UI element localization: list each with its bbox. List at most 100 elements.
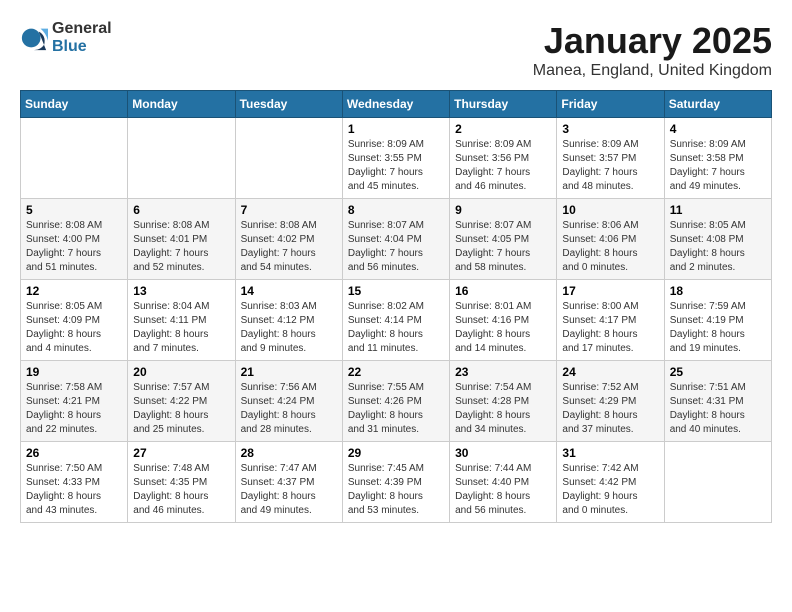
location-title: Manea, England, United Kingdom xyxy=(533,62,772,80)
calendar-cell: 2 Sunrise: 8:09 AM Sunset: 3:56 PM Daylig… xyxy=(450,118,557,199)
day-info: Sunrise: 8:07 AM Sunset: 4:05 PM Dayligh… xyxy=(455,219,551,275)
weekday-header-row: SundayMondayTuesdayWednesdayThursdayFrid… xyxy=(21,91,772,118)
day-info: Sunrise: 7:45 AM Sunset: 4:39 PM Dayligh… xyxy=(348,462,444,518)
day-number: 19 xyxy=(26,365,122,379)
day-number: 9 xyxy=(455,203,551,217)
day-number: 31 xyxy=(562,446,658,460)
day-info: Sunrise: 8:02 AM Sunset: 4:14 PM Dayligh… xyxy=(348,300,444,356)
day-info: Sunrise: 8:00 AM Sunset: 4:17 PM Dayligh… xyxy=(562,300,658,356)
calendar-cell: 31 Sunrise: 7:42 AM Sunset: 4:42 PM Dayli… xyxy=(557,442,664,523)
day-info: Sunrise: 8:09 AM Sunset: 3:55 PM Dayligh… xyxy=(348,138,444,194)
calendar-cell: 4 Sunrise: 8:09 AM Sunset: 3:58 PM Daylig… xyxy=(664,118,771,199)
logo: General Blue xyxy=(20,20,112,56)
weekday-header-thursday: Thursday xyxy=(450,91,557,118)
day-info: Sunrise: 7:54 AM Sunset: 4:28 PM Dayligh… xyxy=(455,381,551,437)
day-number: 18 xyxy=(670,284,766,298)
day-info: Sunrise: 8:07 AM Sunset: 4:04 PM Dayligh… xyxy=(348,219,444,275)
calendar-cell: 10Sunrise: 8:06 AM Sunset: 4:06 PM Dayli… xyxy=(557,199,664,280)
day-number: 24 xyxy=(562,365,658,379)
calendar-cell: 12Sunrise: 8:05 AM Sunset: 4:09 PM Dayli… xyxy=(21,280,128,361)
calendar-cell: 19Sunrise: 7:58 AM Sunset: 4:21 PM Dayli… xyxy=(21,361,128,442)
calendar-cell: 22 Sunrise: 7:55 AM Sunset: 4:26 PM Dayli… xyxy=(342,361,449,442)
day-number: 23 xyxy=(455,365,551,379)
day-info: Sunrise: 7:51 AM Sunset: 4:31 PM Dayligh… xyxy=(670,381,766,437)
day-number: 16 xyxy=(455,284,551,298)
day-number: 3 xyxy=(562,122,658,136)
day-number: 4 xyxy=(670,122,766,136)
title-block: January 2025 Manea, England, United King… xyxy=(533,20,772,80)
day-info: Sunrise: 8:08 AM Sunset: 4:01 PM Dayligh… xyxy=(133,219,229,275)
day-number: 12 xyxy=(26,284,122,298)
day-info: Sunrise: 8:01 AM Sunset: 4:16 PM Dayligh… xyxy=(455,300,551,356)
day-info: Sunrise: 7:50 AM Sunset: 4:33 PM Dayligh… xyxy=(26,462,122,518)
day-info: Sunrise: 8:08 AM Sunset: 4:02 PM Dayligh… xyxy=(241,219,337,275)
week-row-5: 26 Sunrise: 7:50 AM Sunset: 4:33 PM Dayli… xyxy=(21,442,772,523)
day-number: 27 xyxy=(133,446,229,460)
weekday-header-friday: Friday xyxy=(557,91,664,118)
day-number: 26 xyxy=(26,446,122,460)
calendar-table: SundayMondayTuesdayWednesdayThursdayFrid… xyxy=(20,90,772,523)
calendar-cell xyxy=(21,118,128,199)
calendar-cell: 14 Sunrise: 8:03 AM Sunset: 4:12 PM Dayli… xyxy=(235,280,342,361)
calendar-cell xyxy=(235,118,342,199)
day-info: Sunrise: 7:56 AM Sunset: 4:24 PM Dayligh… xyxy=(241,381,337,437)
day-number: 14 xyxy=(241,284,337,298)
day-info: Sunrise: 8:09 AM Sunset: 3:57 PM Dayligh… xyxy=(562,138,658,194)
day-number: 29 xyxy=(348,446,444,460)
week-row-3: 12Sunrise: 8:05 AM Sunset: 4:09 PM Dayli… xyxy=(21,280,772,361)
week-row-1: 1 Sunrise: 8:09 AM Sunset: 3:55 PM Daylig… xyxy=(21,118,772,199)
day-number: 2 xyxy=(455,122,551,136)
day-number: 15 xyxy=(348,284,444,298)
day-info: Sunrise: 8:08 AM Sunset: 4:00 PM Dayligh… xyxy=(26,219,122,275)
calendar-cell: 27Sunrise: 7:48 AM Sunset: 4:35 PM Dayli… xyxy=(128,442,235,523)
day-number: 25 xyxy=(670,365,766,379)
day-info: Sunrise: 8:03 AM Sunset: 4:12 PM Dayligh… xyxy=(241,300,337,356)
day-info: Sunrise: 8:05 AM Sunset: 4:08 PM Dayligh… xyxy=(670,219,766,275)
logo-blue-text: Blue xyxy=(52,38,87,55)
day-info: Sunrise: 7:59 AM Sunset: 4:19 PM Dayligh… xyxy=(670,300,766,356)
day-info: Sunrise: 7:52 AM Sunset: 4:29 PM Dayligh… xyxy=(562,381,658,437)
weekday-header-tuesday: Tuesday xyxy=(235,91,342,118)
calendar-cell: 23 Sunrise: 7:54 AM Sunset: 4:28 PM Dayli… xyxy=(450,361,557,442)
day-info: Sunrise: 8:09 AM Sunset: 3:58 PM Dayligh… xyxy=(670,138,766,194)
calendar-cell: 8 Sunrise: 8:07 AM Sunset: 4:04 PM Daylig… xyxy=(342,199,449,280)
week-row-2: 5 Sunrise: 8:08 AM Sunset: 4:00 PM Daylig… xyxy=(21,199,772,280)
calendar-cell: 3 Sunrise: 8:09 AM Sunset: 3:57 PM Daylig… xyxy=(557,118,664,199)
day-info: Sunrise: 8:09 AM Sunset: 3:56 PM Dayligh… xyxy=(455,138,551,194)
day-number: 30 xyxy=(455,446,551,460)
day-info: Sunrise: 8:04 AM Sunset: 4:11 PM Dayligh… xyxy=(133,300,229,356)
day-number: 1 xyxy=(348,122,444,136)
calendar-cell: 11 Sunrise: 8:05 AM Sunset: 4:08 PM Dayli… xyxy=(664,199,771,280)
day-number: 5 xyxy=(26,203,122,217)
calendar-cell: 5 Sunrise: 8:08 AM Sunset: 4:00 PM Daylig… xyxy=(21,199,128,280)
day-number: 13 xyxy=(133,284,229,298)
day-number: 22 xyxy=(348,365,444,379)
day-info: Sunrise: 8:06 AM Sunset: 4:06 PM Dayligh… xyxy=(562,219,658,275)
day-number: 7 xyxy=(241,203,337,217)
calendar-cell: 29 Sunrise: 7:45 AM Sunset: 4:39 PM Dayli… xyxy=(342,442,449,523)
day-number: 11 xyxy=(670,203,766,217)
week-row-4: 19Sunrise: 7:58 AM Sunset: 4:21 PM Dayli… xyxy=(21,361,772,442)
month-title: January 2025 xyxy=(533,20,772,62)
day-info: Sunrise: 7:55 AM Sunset: 4:26 PM Dayligh… xyxy=(348,381,444,437)
calendar-cell: 25 Sunrise: 7:51 AM Sunset: 4:31 PM Dayli… xyxy=(664,361,771,442)
calendar-cell: 1 Sunrise: 8:09 AM Sunset: 3:55 PM Daylig… xyxy=(342,118,449,199)
day-number: 21 xyxy=(241,365,337,379)
day-number: 8 xyxy=(348,203,444,217)
weekday-header-sunday: Sunday xyxy=(21,91,128,118)
logo-icon xyxy=(20,24,48,52)
day-info: Sunrise: 7:57 AM Sunset: 4:22 PM Dayligh… xyxy=(133,381,229,437)
calendar-cell: 9 Sunrise: 8:07 AM Sunset: 4:05 PM Daylig… xyxy=(450,199,557,280)
weekday-header-monday: Monday xyxy=(128,91,235,118)
calendar-cell: 6Sunrise: 8:08 AM Sunset: 4:01 PM Daylig… xyxy=(128,199,235,280)
day-number: 17 xyxy=(562,284,658,298)
calendar-cell xyxy=(664,442,771,523)
calendar-cell: 18 Sunrise: 7:59 AM Sunset: 4:19 PM Dayli… xyxy=(664,280,771,361)
calendar-cell: 24 Sunrise: 7:52 AM Sunset: 4:29 PM Dayli… xyxy=(557,361,664,442)
calendar-cell: 15 Sunrise: 8:02 AM Sunset: 4:14 PM Dayli… xyxy=(342,280,449,361)
calendar-cell: 28Sunrise: 7:47 AM Sunset: 4:37 PM Dayli… xyxy=(235,442,342,523)
calendar-cell: 16 Sunrise: 8:01 AM Sunset: 4:16 PM Dayli… xyxy=(450,280,557,361)
calendar-cell: 30Sunrise: 7:44 AM Sunset: 4:40 PM Dayli… xyxy=(450,442,557,523)
page-header: General Blue January 2025 Manea, England… xyxy=(20,20,772,80)
day-info: Sunrise: 7:42 AM Sunset: 4:42 PM Dayligh… xyxy=(562,462,658,518)
